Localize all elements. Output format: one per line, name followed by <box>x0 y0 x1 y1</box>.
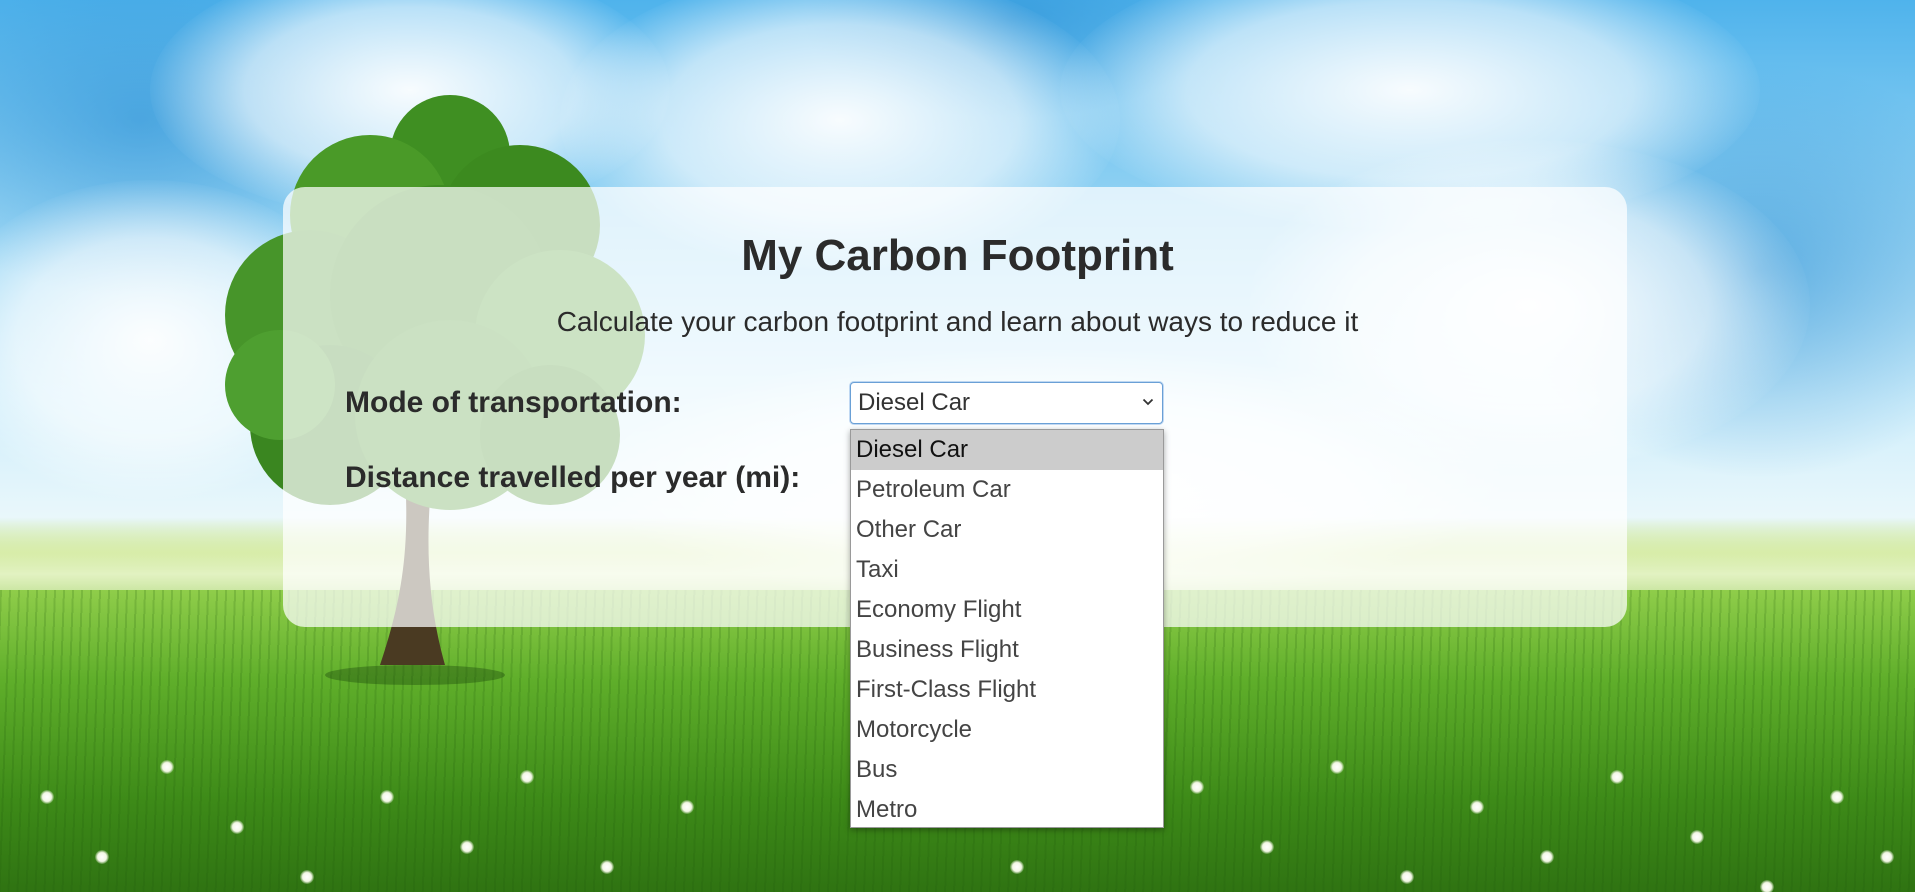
flower <box>600 860 614 874</box>
option-petroleum-car[interactable]: Petroleum Car <box>851 470 1163 510</box>
transport-select-value: Diesel Car <box>858 389 971 416</box>
flower <box>1760 880 1774 892</box>
chevron-down-icon <box>1142 398 1154 406</box>
flower <box>1260 840 1274 854</box>
transport-label: Mode of transportation: <box>345 386 682 419</box>
flower <box>1880 850 1894 864</box>
transport-options-list[interactable]: Diesel Car Petroleum Car Other Car Taxi … <box>850 429 1164 828</box>
flower <box>1400 870 1414 884</box>
flower <box>230 820 244 834</box>
option-other-car[interactable]: Other Car <box>851 510 1163 550</box>
flower <box>1190 780 1204 794</box>
transport-select[interactable]: Diesel Car <box>850 382 1163 424</box>
flower <box>1690 830 1704 844</box>
option-taxi[interactable]: Taxi <box>851 550 1163 590</box>
page-subtitle: Calculate your carbon footprint and lear… <box>556 306 1359 337</box>
flower <box>160 760 174 774</box>
flower <box>40 790 54 804</box>
flower <box>380 790 394 804</box>
flower <box>680 800 694 814</box>
flower <box>1830 790 1844 804</box>
option-bus[interactable]: Bus <box>851 750 1163 790</box>
option-motorcycle[interactable]: Motorcycle <box>851 710 1163 750</box>
option-first-class-flight[interactable]: First-Class Flight <box>851 670 1163 710</box>
option-diesel-car[interactable]: Diesel Car <box>851 430 1163 470</box>
flower <box>1010 860 1024 874</box>
flower <box>1540 850 1554 864</box>
flower <box>300 870 314 884</box>
flower <box>460 840 474 854</box>
flower <box>95 850 109 864</box>
option-business-flight[interactable]: Business Flight <box>851 630 1163 670</box>
flower <box>1470 800 1484 814</box>
flower <box>1330 760 1344 774</box>
flower <box>1610 770 1624 784</box>
flower <box>520 770 534 784</box>
distance-label: Distance travelled per year (mi): <box>345 461 801 494</box>
option-metro[interactable]: Metro <box>851 790 1163 830</box>
option-economy-flight[interactable]: Economy Flight <box>851 590 1163 630</box>
page-title: My Carbon Footprint <box>741 231 1174 280</box>
